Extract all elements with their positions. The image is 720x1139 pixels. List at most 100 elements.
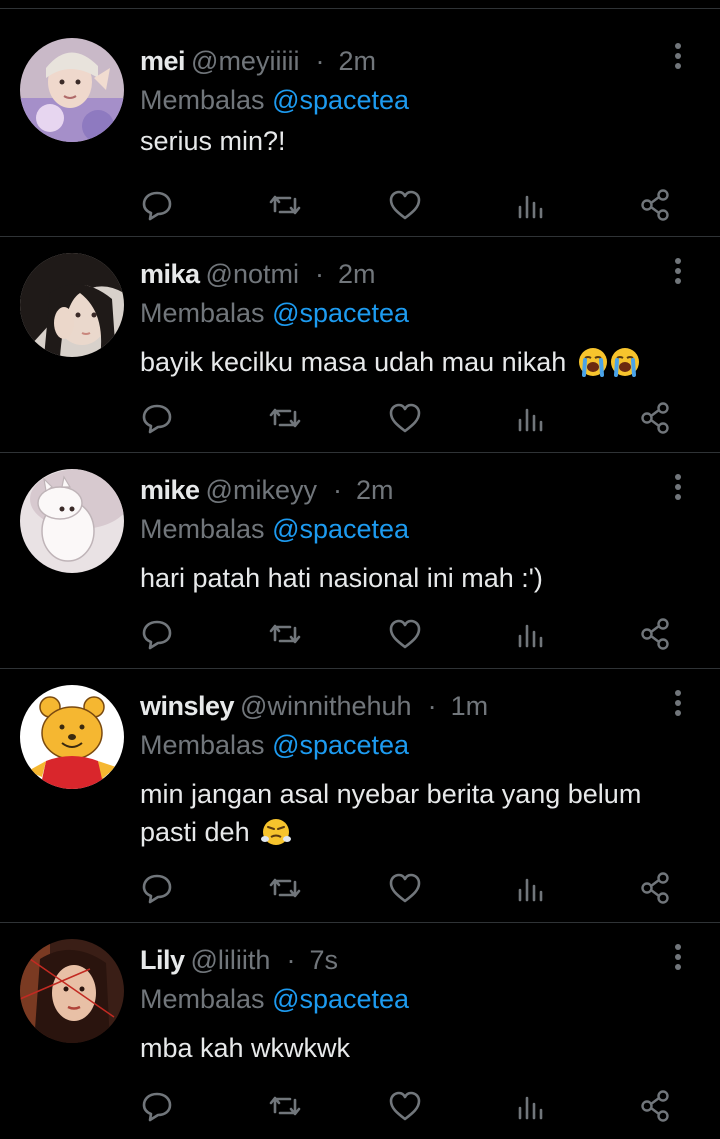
display-name[interactable]: mike [140,475,200,505]
separator-dot: · [332,475,342,505]
mention-link[interactable]: @spacetea [272,85,409,115]
retweet-button[interactable] [265,1086,305,1126]
display-name[interactable]: Lily [140,945,185,975]
reply-text: hari patah hati nasional ini mah :') [140,559,700,597]
reply-button[interactable] [137,614,177,654]
share-button[interactable] [635,398,675,438]
reply-text: mba kah wkwkwk [140,1029,700,1067]
retweet-button[interactable] [265,868,305,908]
mention-link[interactable]: @spacetea [272,984,409,1014]
timestamp[interactable]: 7s [309,945,338,975]
user-handle[interactable]: @notmi [206,259,299,289]
views-icon [518,195,543,219]
views-button[interactable] [511,868,551,908]
timestamp[interactable]: 2m [338,259,376,289]
reply-item[interactable]: winsley @winnithehuh · 1m Membalas @spacete… [0,669,720,923]
share-button[interactable] [635,614,675,654]
share-icon [641,618,669,650]
reply-item[interactable]: Lily @liliith · 7s Membalas @spacetea mba k… [0,923,720,1139]
avatar[interactable] [20,253,124,357]
action-bar [0,185,720,225]
reply-icon [142,1092,172,1122]
user-handle[interactable]: @liliith [191,945,271,975]
user-handle[interactable]: @mikeyy [206,475,317,505]
views-button[interactable] [511,185,551,225]
like-button[interactable] [385,398,425,438]
user-handle[interactable]: @meyiiiii [191,46,299,76]
mention-link[interactable]: @spacetea [272,730,409,760]
share-button[interactable] [635,1086,675,1126]
share-button[interactable] [635,185,675,225]
views-button[interactable] [511,614,551,654]
user-handle[interactable]: @winnithehuh [240,691,412,721]
more-options-button[interactable] [666,687,690,719]
avatar[interactable] [20,469,124,573]
mention-link[interactable]: @spacetea [272,514,409,544]
display-name[interactable]: mika [140,259,200,289]
views-icon [518,624,543,648]
display-name[interactable]: winsley [140,691,235,721]
reply-button[interactable] [137,868,177,908]
timestamp[interactable]: 2m [338,46,376,76]
retweet-icon [269,195,301,215]
action-bar [0,1086,720,1126]
timestamp[interactable]: 1m [451,691,489,721]
display-name[interactable]: mei [140,46,186,76]
like-icon [389,403,421,433]
action-bar [0,398,720,438]
retweet-button[interactable] [265,398,305,438]
replying-label: Membalas [140,730,265,760]
reply-header: mike @mikeyy · 2m [140,472,393,508]
action-bar [0,868,720,908]
views-icon [518,1096,543,1120]
avatar[interactable] [20,38,124,142]
reply-text: serius min?! [140,122,700,160]
more-options-button[interactable] [666,255,690,287]
replying-to: Membalas @spacetea [140,511,409,547]
like-button[interactable] [385,1086,425,1126]
retweet-icon [269,624,301,644]
replying-to: Membalas @spacetea [140,981,409,1017]
mention-link[interactable]: @spacetea [272,298,409,328]
reply-header: mika @notmi · 2m [140,256,376,292]
replying-to: Membalas @spacetea [140,82,409,118]
reply-button[interactable] [137,398,177,438]
reply-item[interactable]: mei @meyiiiii · 2m Membalas @spacetea seriu… [0,10,720,237]
reply-button[interactable] [137,1086,177,1126]
reply-header: Lily @liliith · 7s [140,942,338,978]
like-button[interactable] [385,868,425,908]
reply-item[interactable]: mika @notmi · 2m Membalas @spacetea bayik k… [0,237,720,453]
more-options-button[interactable] [666,941,690,973]
like-button[interactable] [385,614,425,654]
share-button[interactable] [635,868,675,908]
retweet-button[interactable] [265,614,305,654]
replying-to: Membalas @spacetea [140,295,409,331]
avatar[interactable] [20,685,124,789]
like-button[interactable] [385,185,425,225]
retweet-button[interactable] [265,185,305,225]
more-options-button[interactable] [666,40,690,72]
reply-text-content: min jangan asal nyebar berita yang belum… [140,779,642,847]
more-options-button[interactable] [666,471,690,503]
replying-to: Membalas @spacetea [140,727,409,763]
views-icon [518,878,543,902]
replying-label: Membalas [140,85,265,115]
retweet-icon [269,408,301,428]
views-button[interactable] [511,398,551,438]
action-bar [0,614,720,654]
avatar[interactable] [20,939,124,1043]
reply-text: min jangan asal nyebar berita yang belum… [140,775,690,851]
share-icon [641,402,669,434]
views-button[interactable] [511,1086,551,1126]
share-icon [641,189,669,221]
reply-button[interactable] [137,185,177,225]
loudly-crying-face-emoji [610,348,639,377]
reply-text-content: bayik kecilku masa udah mau nikah [140,347,567,377]
timestamp[interactable]: 2m [356,475,394,505]
retweet-icon [269,878,301,898]
reply-header: mei @meyiiiii · 2m [140,43,376,79]
separator-dot: · [314,259,324,289]
replying-label: Membalas [140,298,265,328]
reply-item[interactable]: mike @mikeyy · 2m Membalas @spacetea hari p… [0,453,720,669]
share-icon [641,1090,669,1122]
